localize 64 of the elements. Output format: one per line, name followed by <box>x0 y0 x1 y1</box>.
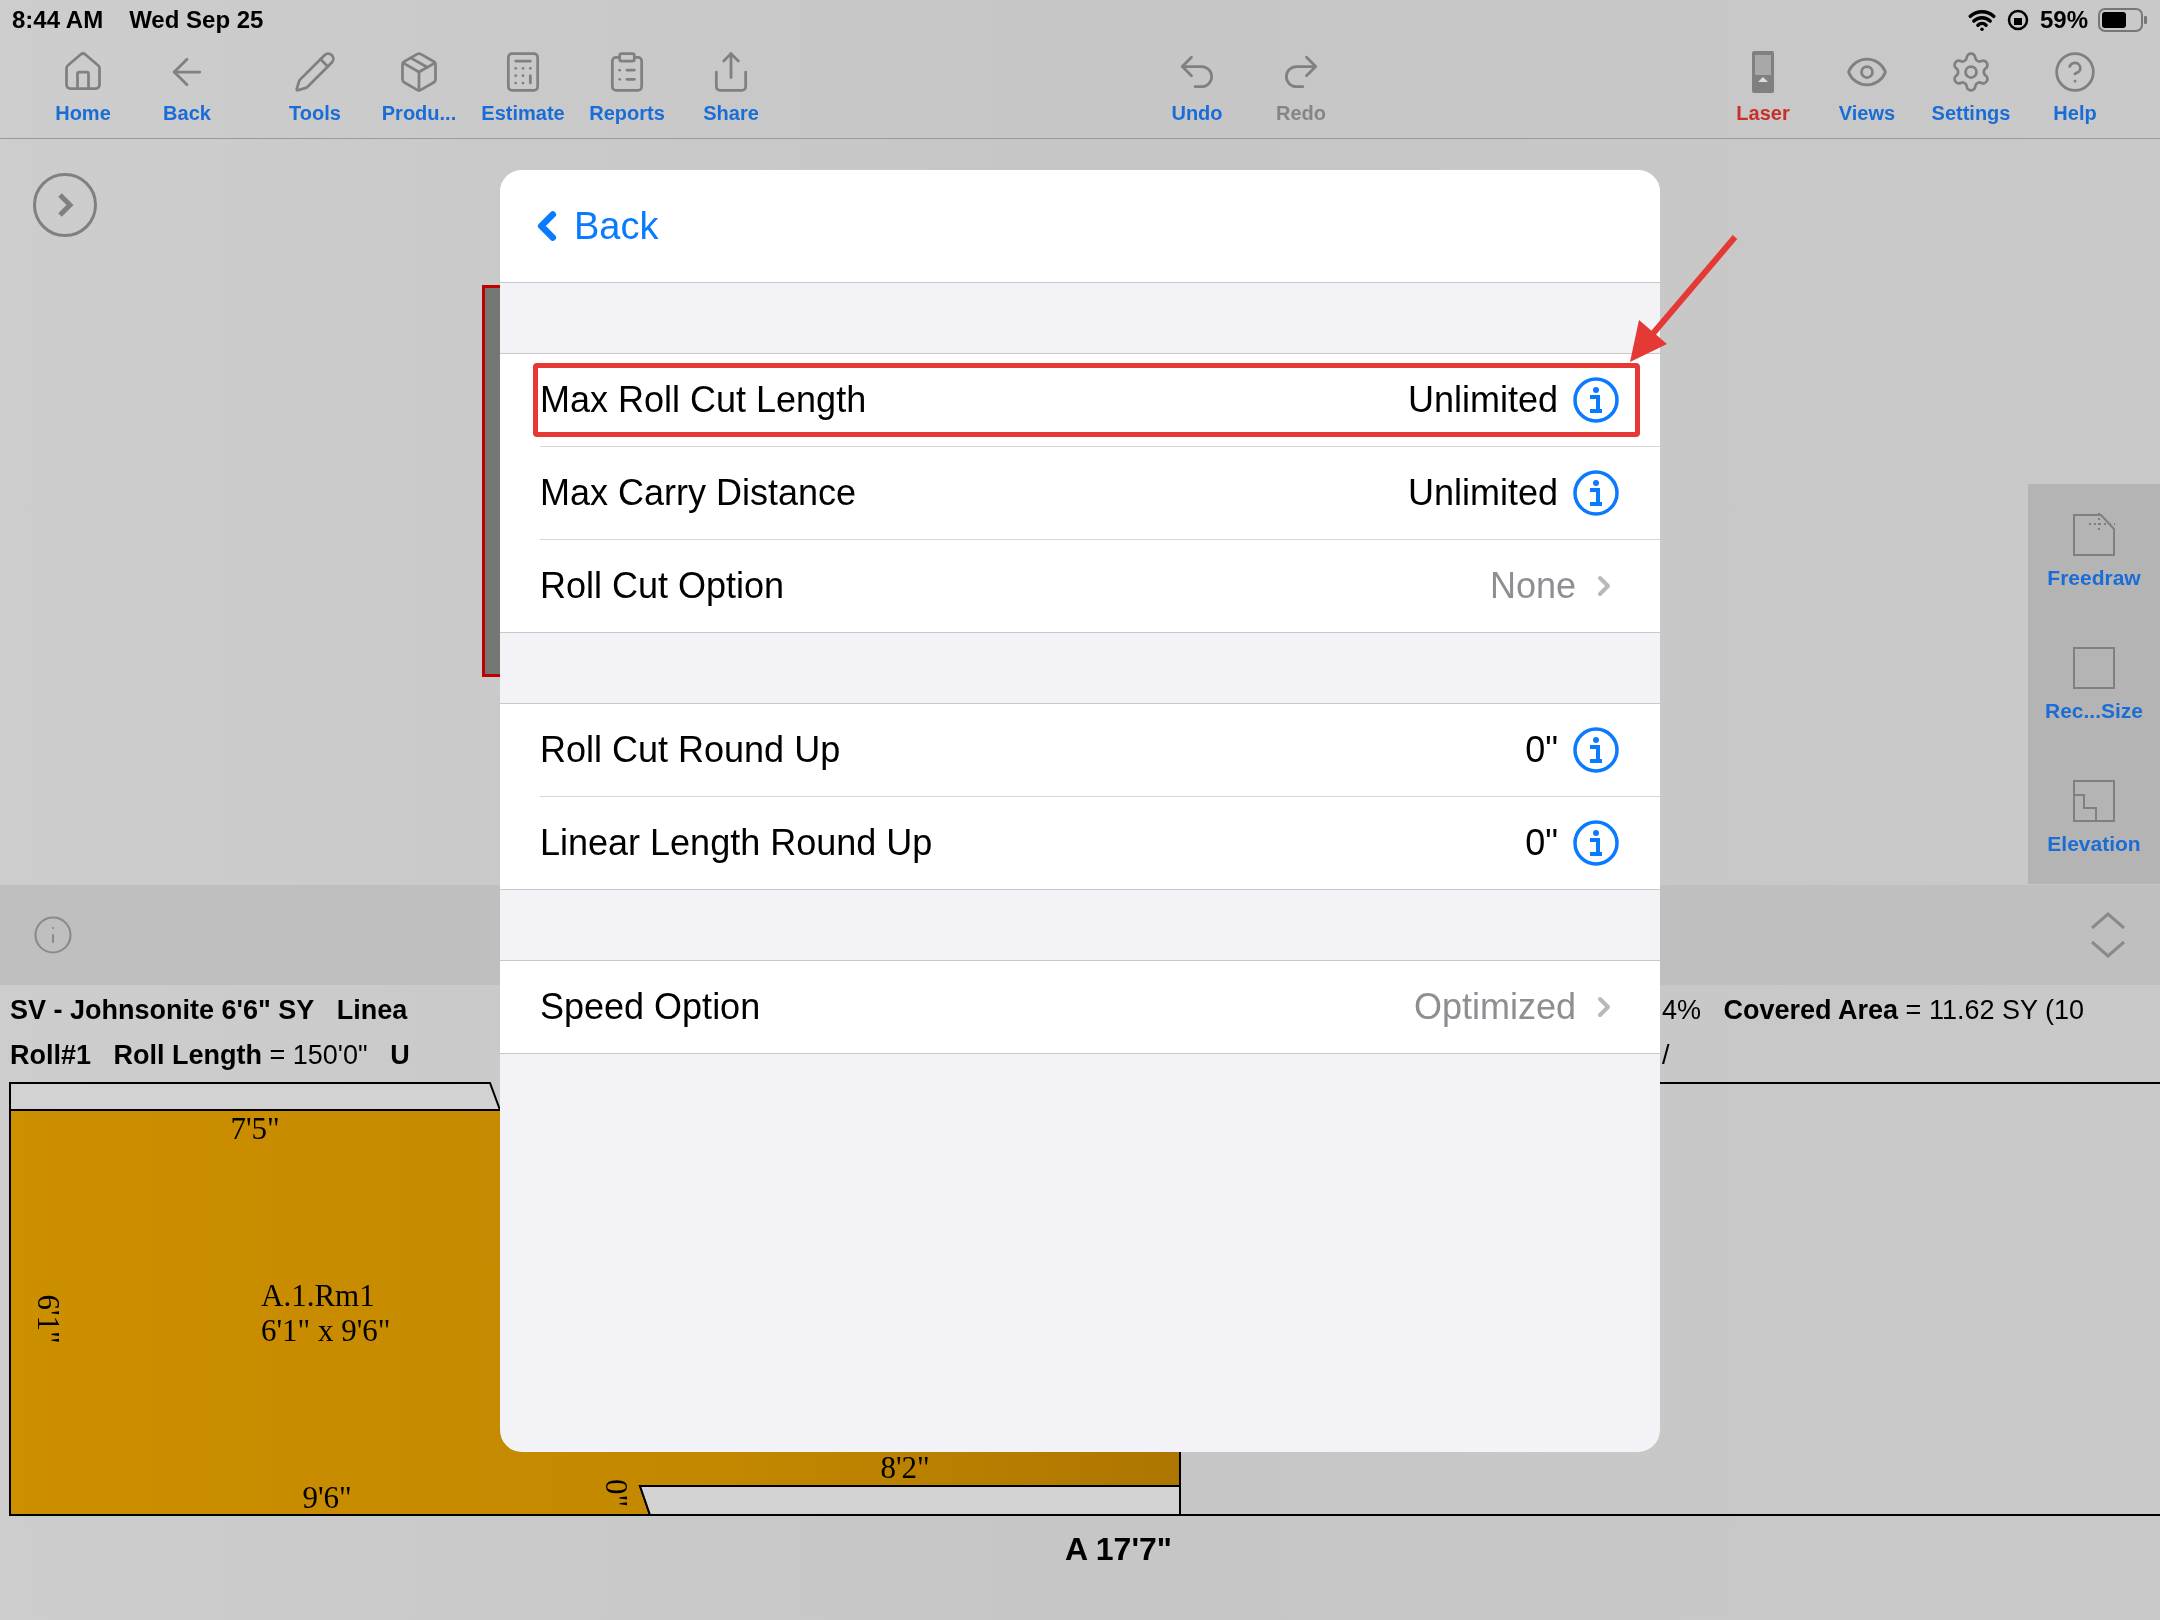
toolbar-button[interactable]: Undo <box>1145 40 1249 138</box>
setting-value: 0" <box>1525 729 1558 771</box>
setting-label: Roll Cut Option <box>540 565 785 607</box>
info-button[interactable] <box>1572 819 1620 867</box>
info-button[interactable] <box>1572 469 1620 517</box>
info-button[interactable] <box>1572 726 1620 774</box>
setting-value: None <box>1489 565 1576 607</box>
status-date: Wed Sep 25 <box>129 6 264 34</box>
summary-text: 4% Covered Area = 11.62 SY (10 <box>1662 995 2085 1026</box>
toolbar-button[interactable]: Laser <box>1711 40 1815 138</box>
dimension-label: 7'5" <box>230 1111 280 1146</box>
toolbar-button[interactable]: Settings <box>1919 40 2023 138</box>
info-button[interactable] <box>1572 376 1620 424</box>
dimension-label: 9'6" <box>302 1480 352 1515</box>
battery-icon <box>2098 8 2148 32</box>
side-tool-button[interactable]: Rec...Size <box>2044 645 2144 723</box>
setting-value: 0" <box>1525 822 1558 864</box>
room-name: A.1.Rm1 <box>261 1278 375 1313</box>
toolbar-button[interactable]: Help <box>2023 40 2127 138</box>
expand-collapse-icon <box>2088 910 2128 960</box>
toolbar-button[interactable]: Produ... <box>367 40 471 138</box>
info-icon <box>32 914 74 956</box>
setting-row[interactable]: Linear Length Round Up 0" <box>540 796 1660 889</box>
setting-label: Linear Length Round Up <box>540 822 933 864</box>
summary-text: Roll#1 Roll Length = 150'0" U <box>9 1040 411 1071</box>
toolbar-button[interactable]: Back <box>135 40 239 138</box>
rotation-lock-icon <box>2005 8 2030 32</box>
toolbar-button[interactable]: Home <box>31 40 135 138</box>
toolbar-button[interactable]: Reports <box>575 40 679 138</box>
summary-text: / <box>1662 1040 1671 1071</box>
setting-value: Unlimited <box>1407 379 1558 421</box>
battery-percent: 59% <box>2039 6 2088 34</box>
setting-label: Max Carry Distance <box>540 472 857 514</box>
setting-row[interactable]: Max Roll Cut Length Unlimited <box>540 354 1660 446</box>
side-tool-button[interactable]: Freedraw <box>2047 511 2141 590</box>
setting-label: Speed Option <box>540 986 761 1028</box>
setting-row[interactable]: Roll Cut Round Up 0" <box>540 704 1660 796</box>
total-length-label: A 17'7" <box>1065 1531 1172 1567</box>
setting-row[interactable]: Roll Cut Option None <box>540 539 1660 632</box>
expand-button[interactable] <box>33 173 97 237</box>
dimension-label: 8'2" <box>880 1450 930 1485</box>
setting-row[interactable]: Max Carry Distance Unlimited <box>540 446 1660 539</box>
side-tool-button[interactable]: Elevation <box>2047 778 2141 857</box>
pencil-icon <box>293 50 337 94</box>
device-icon <box>1750 50 1776 94</box>
setting-value: Optimized <box>1413 986 1576 1028</box>
setting-label: Max Roll Cut Length <box>540 379 867 421</box>
square-icon <box>2071 645 2117 691</box>
dimension-label: 6'1" <box>31 1294 66 1344</box>
toolbar-button[interactable]: Tools <box>263 40 367 138</box>
toolbar-button[interactable]: Redo <box>1249 40 1353 138</box>
setting-value: Unlimited <box>1407 472 1558 514</box>
toolbar-button[interactable]: Share <box>679 40 783 138</box>
status-time: 8:44 AM <box>12 6 104 34</box>
page-icon <box>2071 511 2117 558</box>
floor-plan-icon <box>2071 778 2117 825</box>
dimension-label: 0" <box>599 1478 634 1508</box>
toolbar-button[interactable]: Estimate <box>471 40 575 138</box>
setting-label: Roll Cut Round Up <box>540 729 841 771</box>
toolbar-button[interactable]: Views <box>1815 40 1919 138</box>
help-icon <box>2053 50 2097 94</box>
summary-text: SV - Johnsonite 6'6" SY Linea <box>9 995 409 1026</box>
back-button[interactable]: Back <box>524 203 659 249</box>
room-size: 6'1" x 9'6" <box>261 1313 391 1348</box>
